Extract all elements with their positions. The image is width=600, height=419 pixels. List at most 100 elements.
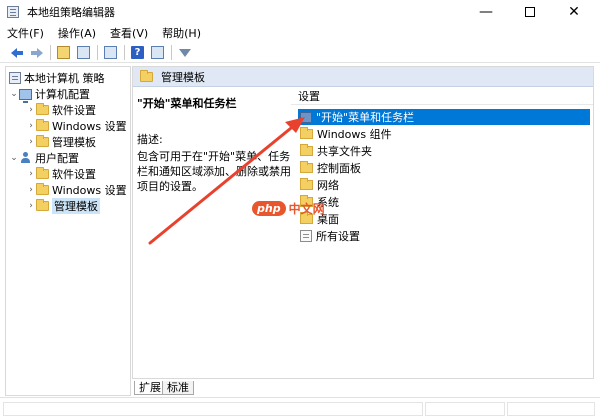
help-icon: ?: [131, 46, 144, 59]
details-header: 管理模板: [133, 67, 593, 87]
setting-desktop[interactable]: 桌面: [300, 211, 339, 227]
chevron-right-icon[interactable]: ›: [26, 185, 36, 195]
tree-item-label: 软件设置: [52, 168, 96, 181]
export-list-button[interactable]: [102, 44, 119, 61]
setting-label: 桌面: [317, 213, 339, 226]
settings-column-header[interactable]: 设置: [291, 89, 593, 105]
details-pane: 管理模板 "开始"菜单和任务栏 描述: 包含可用于在"开始"菜单、任务栏和通知区…: [132, 66, 594, 379]
chevron-right-icon[interactable]: ›: [26, 137, 36, 147]
status-pane: [425, 402, 505, 416]
properties-button[interactable]: [149, 44, 166, 61]
chevron-right-icon[interactable]: ›: [26, 105, 36, 115]
tree-item-label: 软件设置: [52, 104, 96, 117]
menu-bar: 文件(F) 操作(A) 查看(V) 帮助(H): [0, 24, 600, 43]
description-label: 描述:: [137, 133, 163, 146]
description-title: "开始"菜单和任务栏: [137, 97, 237, 110]
back-arrow-icon: [10, 47, 23, 58]
setting-control-panel[interactable]: 控制面板: [300, 160, 361, 176]
tree-root[interactable]: 本地计算机 策略: [9, 70, 105, 86]
start-menu-icon: [300, 111, 312, 123]
up-folder-button[interactable]: [55, 44, 72, 61]
chevron-down-icon[interactable]: ⌄: [9, 89, 19, 99]
navigation-tree: 本地计算机 策略 ⌄ 计算机配置 › 软件设置 › Windows 设置 › 管…: [5, 66, 131, 396]
setting-shared-folders[interactable]: 共享文件夹: [300, 143, 372, 159]
filter-icon: [178, 48, 191, 57]
window-title: 本地组策略编辑器: [27, 6, 115, 19]
app-icon: [7, 5, 21, 19]
folder-icon: [36, 103, 49, 115]
tree-item-label: Windows 设置: [52, 120, 127, 133]
toolbar-separator: [124, 45, 125, 60]
properties-icon: [151, 46, 164, 59]
tree-item-label: Windows 设置: [52, 184, 127, 197]
setting-label: 共享文件夹: [317, 145, 372, 158]
view-tabs: 扩展 标准: [132, 381, 594, 395]
menu-action[interactable]: 操作(A): [51, 24, 103, 43]
toolbar-separator: [97, 45, 98, 60]
tree-item-computer-config[interactable]: ⌄ 计算机配置: [9, 86, 90, 103]
setting-windows-components[interactable]: Windows 组件: [300, 126, 392, 142]
tree-item-computer-admin[interactable]: › 管理模板: [26, 134, 96, 150]
folder-icon: [140, 69, 153, 82]
setting-all-settings[interactable]: 所有设置: [300, 228, 360, 244]
tree-item-label: 用户配置: [35, 152, 79, 165]
status-bar: [0, 397, 600, 419]
tree-item-user-software[interactable]: › 软件设置: [26, 166, 96, 182]
up-folder-icon: [57, 46, 70, 59]
tree-item-computer-windows[interactable]: › Windows 设置: [26, 118, 127, 134]
tree-item-computer-software[interactable]: › 软件设置: [26, 102, 96, 118]
chevron-right-icon[interactable]: ›: [26, 121, 36, 131]
show-hide-tree-button[interactable]: [75, 44, 92, 61]
chevron-right-icon[interactable]: ›: [26, 201, 36, 211]
folder-icon: [36, 199, 49, 211]
status-pane: [3, 402, 423, 416]
tree-item-label: 管理模板: [52, 136, 96, 149]
menu-help[interactable]: 帮助(H): [155, 24, 208, 43]
setting-start-menu[interactable]: "开始"菜单和任务栏: [298, 109, 590, 125]
maximize-button[interactable]: [508, 0, 552, 24]
setting-label: 网络: [317, 179, 339, 192]
minimize-button[interactable]: —: [464, 0, 508, 24]
computer-icon: [19, 88, 32, 103]
toolbar: ?: [0, 43, 600, 63]
toolbar-separator: [50, 45, 51, 60]
folder-icon: [300, 127, 313, 139]
chevron-right-icon[interactable]: ›: [26, 169, 36, 179]
folder-icon: [36, 167, 49, 179]
folder-icon: [300, 144, 313, 156]
policy-icon: [9, 72, 21, 84]
settings-list: 设置 "开始"菜单和任务栏 Windows 组件 共享文件夹 控制面板 网络 系…: [291, 89, 593, 377]
all-settings-icon: [300, 230, 312, 242]
filter-button[interactable]: [176, 44, 193, 61]
folder-icon: [36, 183, 49, 195]
folder-icon: [300, 195, 313, 207]
status-pane: [507, 402, 595, 416]
folder-icon: [36, 119, 49, 131]
tree-item-user-config[interactable]: ⌄ 用户配置: [9, 150, 79, 166]
folder-icon: [300, 161, 313, 173]
tree-pane-icon: [77, 46, 90, 59]
description-panel: "开始"菜单和任务栏 描述: 包含可用于在"开始"菜单、任务栏和通知区域添加、删…: [135, 91, 295, 371]
folder-icon: [300, 212, 313, 224]
tree-item-user-admin[interactable]: › 管理模板: [26, 198, 100, 214]
chevron-down-icon[interactable]: ⌄: [9, 153, 19, 163]
tree-item-label: 计算机配置: [35, 88, 90, 101]
menu-file[interactable]: 文件(F): [0, 24, 51, 43]
tree-item-user-windows[interactable]: › Windows 设置: [26, 182, 127, 198]
forward-arrow-icon: [30, 47, 43, 58]
setting-system[interactable]: 系统: [300, 194, 339, 210]
forward-button[interactable]: [28, 44, 45, 61]
export-icon: [104, 46, 117, 59]
folder-icon: [300, 178, 313, 190]
tree-item-label: 管理模板: [52, 198, 100, 214]
setting-label: "开始"菜单和任务栏: [316, 111, 415, 124]
menu-view[interactable]: 查看(V): [103, 24, 155, 43]
setting-label: Windows 组件: [317, 128, 392, 141]
close-button[interactable]: ✕: [552, 0, 596, 24]
toolbar-separator: [171, 45, 172, 60]
setting-network[interactable]: 网络: [300, 177, 339, 193]
help-button[interactable]: ?: [129, 44, 146, 61]
back-button[interactable]: [8, 44, 25, 61]
setting-label: 所有设置: [316, 230, 360, 243]
tab-standard[interactable]: 标准: [162, 381, 194, 395]
